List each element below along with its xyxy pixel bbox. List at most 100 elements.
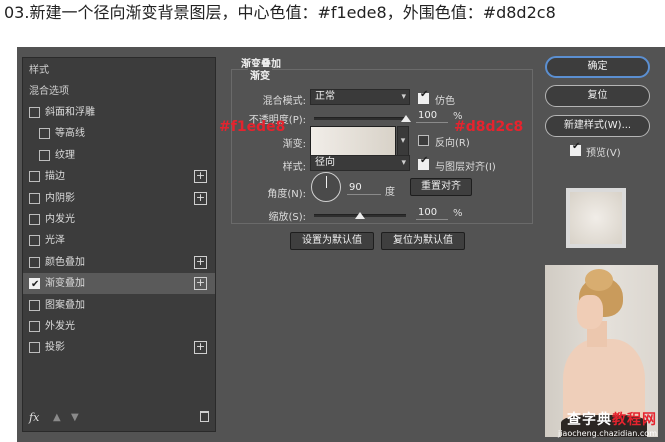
styles-header[interactable]: 样式 <box>23 60 215 81</box>
gradient-picker-chevron[interactable]: ▾ <box>397 126 409 156</box>
style-item-checkbox[interactable] <box>29 256 40 268</box>
reset-button[interactable]: 复位 <box>545 85 650 107</box>
add-instance-icon[interactable]: + <box>194 255 207 269</box>
style-item-checkbox[interactable] <box>39 149 50 161</box>
ok-button[interactable]: 确定 <box>545 56 650 78</box>
move-down-icon[interactable]: ▼ <box>71 412 79 423</box>
move-up-icon[interactable]: ▲ <box>53 412 61 423</box>
style-item-label: 图案叠加 <box>45 299 85 311</box>
style-item-label: 内阴影 <box>45 192 75 204</box>
add-instance-icon[interactable]: + <box>194 170 207 184</box>
style-item-label: 渐变叠加 <box>45 278 85 290</box>
scale-input[interactable]: 100 <box>416 206 448 220</box>
blend-mode-label: 混合模式: <box>262 96 306 107</box>
reverse-checkbox[interactable] <box>418 135 429 146</box>
opacity-slider-thumb[interactable] <box>401 115 411 122</box>
style-item-checkbox[interactable] <box>29 235 40 247</box>
style-item[interactable]: 颜色叠加 + <box>23 252 215 273</box>
blend-mode-select[interactable]: 正常 ▾ <box>310 89 410 105</box>
style-item-label: 等高线 <box>55 128 85 140</box>
scale-label: 缩放(S): <box>268 212 306 223</box>
angle-unit: 度 <box>385 187 395 198</box>
trash-icon[interactable] <box>200 411 209 422</box>
reverse-label: 反向(R) <box>435 138 470 149</box>
add-instance-icon[interactable]: + <box>194 341 207 355</box>
reset-to-default-button[interactable]: 复位为默认值 <box>381 232 465 250</box>
style-item-checkbox[interactable] <box>39 128 50 140</box>
style-item[interactable]: 光泽 <box>23 230 215 251</box>
style-item-checkbox[interactable] <box>29 214 40 225</box>
scale-slider-thumb[interactable] <box>355 212 365 219</box>
styles-header-label: 样式 <box>29 65 49 76</box>
scale-unit: % <box>453 208 463 219</box>
angle-label: 角度(N): <box>267 189 306 200</box>
preview-label: 预览(V) <box>586 148 621 159</box>
style-item[interactable]: 渐变叠加 + <box>23 273 215 295</box>
style-item[interactable]: 斜面和浮雕 <box>23 102 215 123</box>
outer-color-annotation: #d8d2c8 <box>454 119 524 135</box>
blend-mode-value: 正常 <box>315 91 335 102</box>
style-item[interactable]: 描边 + <box>23 166 215 187</box>
style-item[interactable]: 投影 + <box>23 337 215 358</box>
style-item-checkbox[interactable] <box>29 107 40 118</box>
watermark-main-a: 查字典 <box>567 412 612 428</box>
style-item[interactable]: 内阴影 + <box>23 188 215 209</box>
chevron-down-icon: ▾ <box>400 136 406 146</box>
dither-label: 仿色 <box>435 96 455 107</box>
new-style-button[interactable]: 新建样式(W)... <box>545 115 650 137</box>
styles-bottom-bar: fx ▲ ▼ <box>23 407 215 431</box>
gradient-overlay-panel: 渐变叠加 渐变 混合模式: 正常 ▾ 仿色 不透明度(P): 100 % 渐变:… <box>224 55 536 255</box>
angle-dial[interactable] <box>311 172 341 202</box>
style-item-label: 颜色叠加 <box>45 256 85 268</box>
align-with-layer-label: 与图层对齐(I) <box>435 162 496 173</box>
reset-alignment-button[interactable]: 重置对齐 <box>410 178 472 196</box>
fx-icon[interactable]: fx <box>29 411 39 424</box>
style-item-label: 描边 <box>45 171 65 183</box>
style-item[interactable]: 纹理 <box>23 145 215 166</box>
style-label: 样式: <box>282 162 306 173</box>
set-as-default-button[interactable]: 设置为默认值 <box>290 232 374 250</box>
style-item-checkbox[interactable] <box>29 321 40 332</box>
gradient-style-value: 径向 <box>315 157 335 168</box>
opacity-slider-track[interactable] <box>314 117 406 120</box>
opacity-input[interactable]: 100 <box>416 109 448 123</box>
watermark-main-b: 教程网 <box>612 412 657 428</box>
add-instance-icon[interactable]: + <box>194 277 207 291</box>
photo-hair-bun <box>585 269 613 291</box>
style-preview-thumbnail <box>566 188 626 248</box>
dither-checkbox[interactable] <box>418 89 429 104</box>
style-item-checkbox[interactable] <box>29 274 40 295</box>
style-item-label: 光泽 <box>45 235 65 247</box>
photo-head <box>577 295 603 329</box>
chevron-down-icon: ▾ <box>401 158 406 168</box>
style-item-label: 斜面和浮雕 <box>45 107 95 118</box>
angle-input[interactable]: 90 <box>347 181 381 195</box>
style-item-checkbox[interactable] <box>29 299 40 311</box>
style-item[interactable]: 等高线 <box>23 123 215 144</box>
style-item-label: 投影 <box>45 342 65 354</box>
style-item-checkbox[interactable] <box>29 342 40 354</box>
preview-checkbox[interactable] <box>570 141 581 156</box>
site-watermark: 查字典教程网 jiaocheng.chazidian.com <box>558 409 657 438</box>
align-with-layer-checkbox[interactable] <box>418 155 429 170</box>
section-subtitle: 渐变 <box>248 67 272 82</box>
blend-options-label: 混合选项 <box>29 86 69 97</box>
gradient-label: 渐变: <box>282 139 306 150</box>
styles-list-panel: 样式 混合选项 斜面和浮雕等高线纹理描边 + 内阴影 + 内发光光泽颜色叠加 + 渐变叠加 +… <box>22 57 216 432</box>
style-item-label: 纹理 <box>55 149 75 161</box>
style-item-checkbox[interactable] <box>29 171 40 183</box>
tutorial-caption: 03.新建一个径向渐变背景图层，中心色值：#f1ede8，外围色值：#d8d2c… <box>4 3 556 22</box>
style-item-label: 外发光 <box>45 321 75 332</box>
style-item-checkbox[interactable] <box>29 192 40 204</box>
chevron-down-icon: ▾ <box>401 92 406 102</box>
style-item[interactable]: 外发光 <box>23 316 215 337</box>
style-item-label: 内发光 <box>45 214 75 225</box>
style-item[interactable]: 图案叠加 <box>23 295 215 316</box>
add-instance-icon[interactable]: + <box>194 191 207 205</box>
center-color-annotation: #f1ede8 <box>219 119 286 135</box>
watermark-main: 查字典教程网 <box>558 409 657 429</box>
blend-options-item[interactable]: 混合选项 <box>23 81 215 102</box>
gradient-swatch[interactable] <box>310 126 396 156</box>
gradient-style-select[interactable]: 径向 ▾ <box>310 155 410 171</box>
style-item[interactable]: 内发光 <box>23 209 215 230</box>
